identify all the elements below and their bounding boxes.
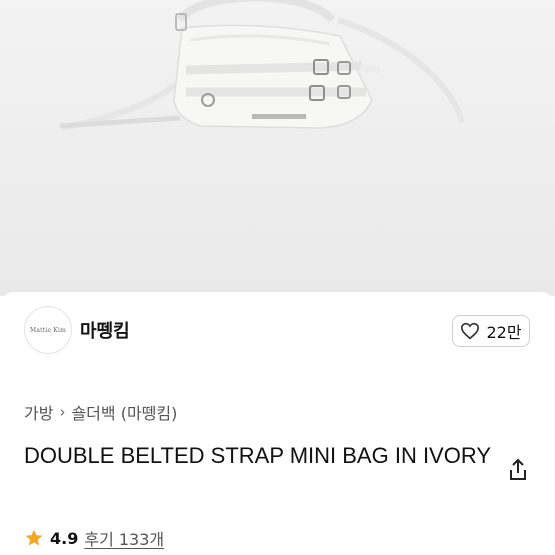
breadcrumb: 가방 › 숄더백 (마뗑킴): [24, 400, 177, 424]
product-title: DOUBLE BELTED STRAP MINI BAG IN IVORY: [24, 443, 492, 468]
bag-illustration: [59, 0, 465, 131]
breadcrumb-subcategory[interactable]: 숄더백 (마뗑킴): [71, 400, 177, 424]
rating-value: 4.9: [50, 528, 79, 548]
brand-logo[interactable]: Mattie Kim: [24, 306, 72, 354]
star-icon: [25, 529, 43, 546]
chevron-right-icon: ›: [59, 403, 66, 421]
breadcrumb-category[interactable]: 가방: [24, 400, 53, 424]
brand-name[interactable]: 마뗑킴: [80, 317, 130, 343]
share-icon[interactable]: [507, 458, 529, 482]
reviews-link[interactable]: 후기 133개: [84, 526, 164, 550]
like-button[interactable]: 22만: [452, 315, 530, 347]
product-image[interactable]: [0, 0, 555, 296]
rating-row: 4.9 후기 133개: [24, 526, 164, 550]
like-count: 22만: [486, 323, 522, 342]
heart-outline-icon: [461, 322, 480, 340]
brand-row[interactable]: Mattie Kim 마뗑킴 22만: [24, 306, 534, 362]
